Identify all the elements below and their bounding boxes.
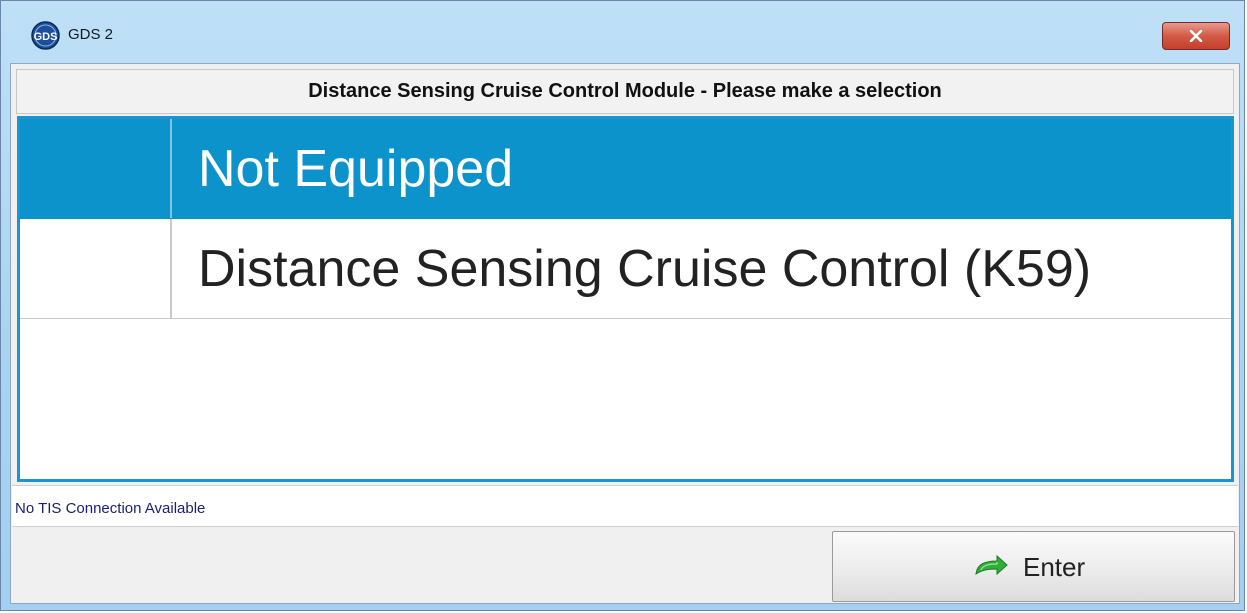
option-distance-sensing-cruise-control[interactable]: Distance Sensing Cruise Control (K59) [20, 219, 1231, 319]
app-icon-text: GDS [34, 31, 58, 43]
option-not-equipped[interactable]: Not Equipped [20, 119, 1231, 219]
option-indicator-cell [20, 219, 172, 318]
dialog-client-area: Distance Sensing Cruise Control Module -… [10, 63, 1240, 604]
status-bar: No TIS Connection Available [12, 485, 1238, 527]
enter-button[interactable]: Enter [832, 531, 1235, 602]
header-title: Distance Sensing Cruise Control Module -… [308, 80, 942, 102]
option-indicator-cell [20, 119, 172, 218]
title-bar[interactable]: GDS GDS 2 [1, 1, 1244, 63]
close-icon [1189, 30, 1203, 42]
green-arrow-icon [975, 554, 1008, 576]
gds-app-icon: GDS [31, 21, 60, 50]
status-text: No TIS Connection Available [15, 500, 206, 517]
window-title: GDS 2 [68, 26, 114, 43]
option-label: Distance Sensing Cruise Control (K59) [198, 239, 1092, 298]
enter-label: Enter [1023, 552, 1086, 582]
selection-header: Distance Sensing Cruise Control Module -… [16, 69, 1234, 114]
close-button[interactable] [1162, 22, 1230, 50]
option-list: Not Equipped Distance Sensing Cruise Con… [17, 116, 1234, 482]
gds2-window: GDS GDS 2 Distance Sensing Cruise Contro… [0, 0, 1245, 611]
option-label: Not Equipped [198, 139, 514, 198]
